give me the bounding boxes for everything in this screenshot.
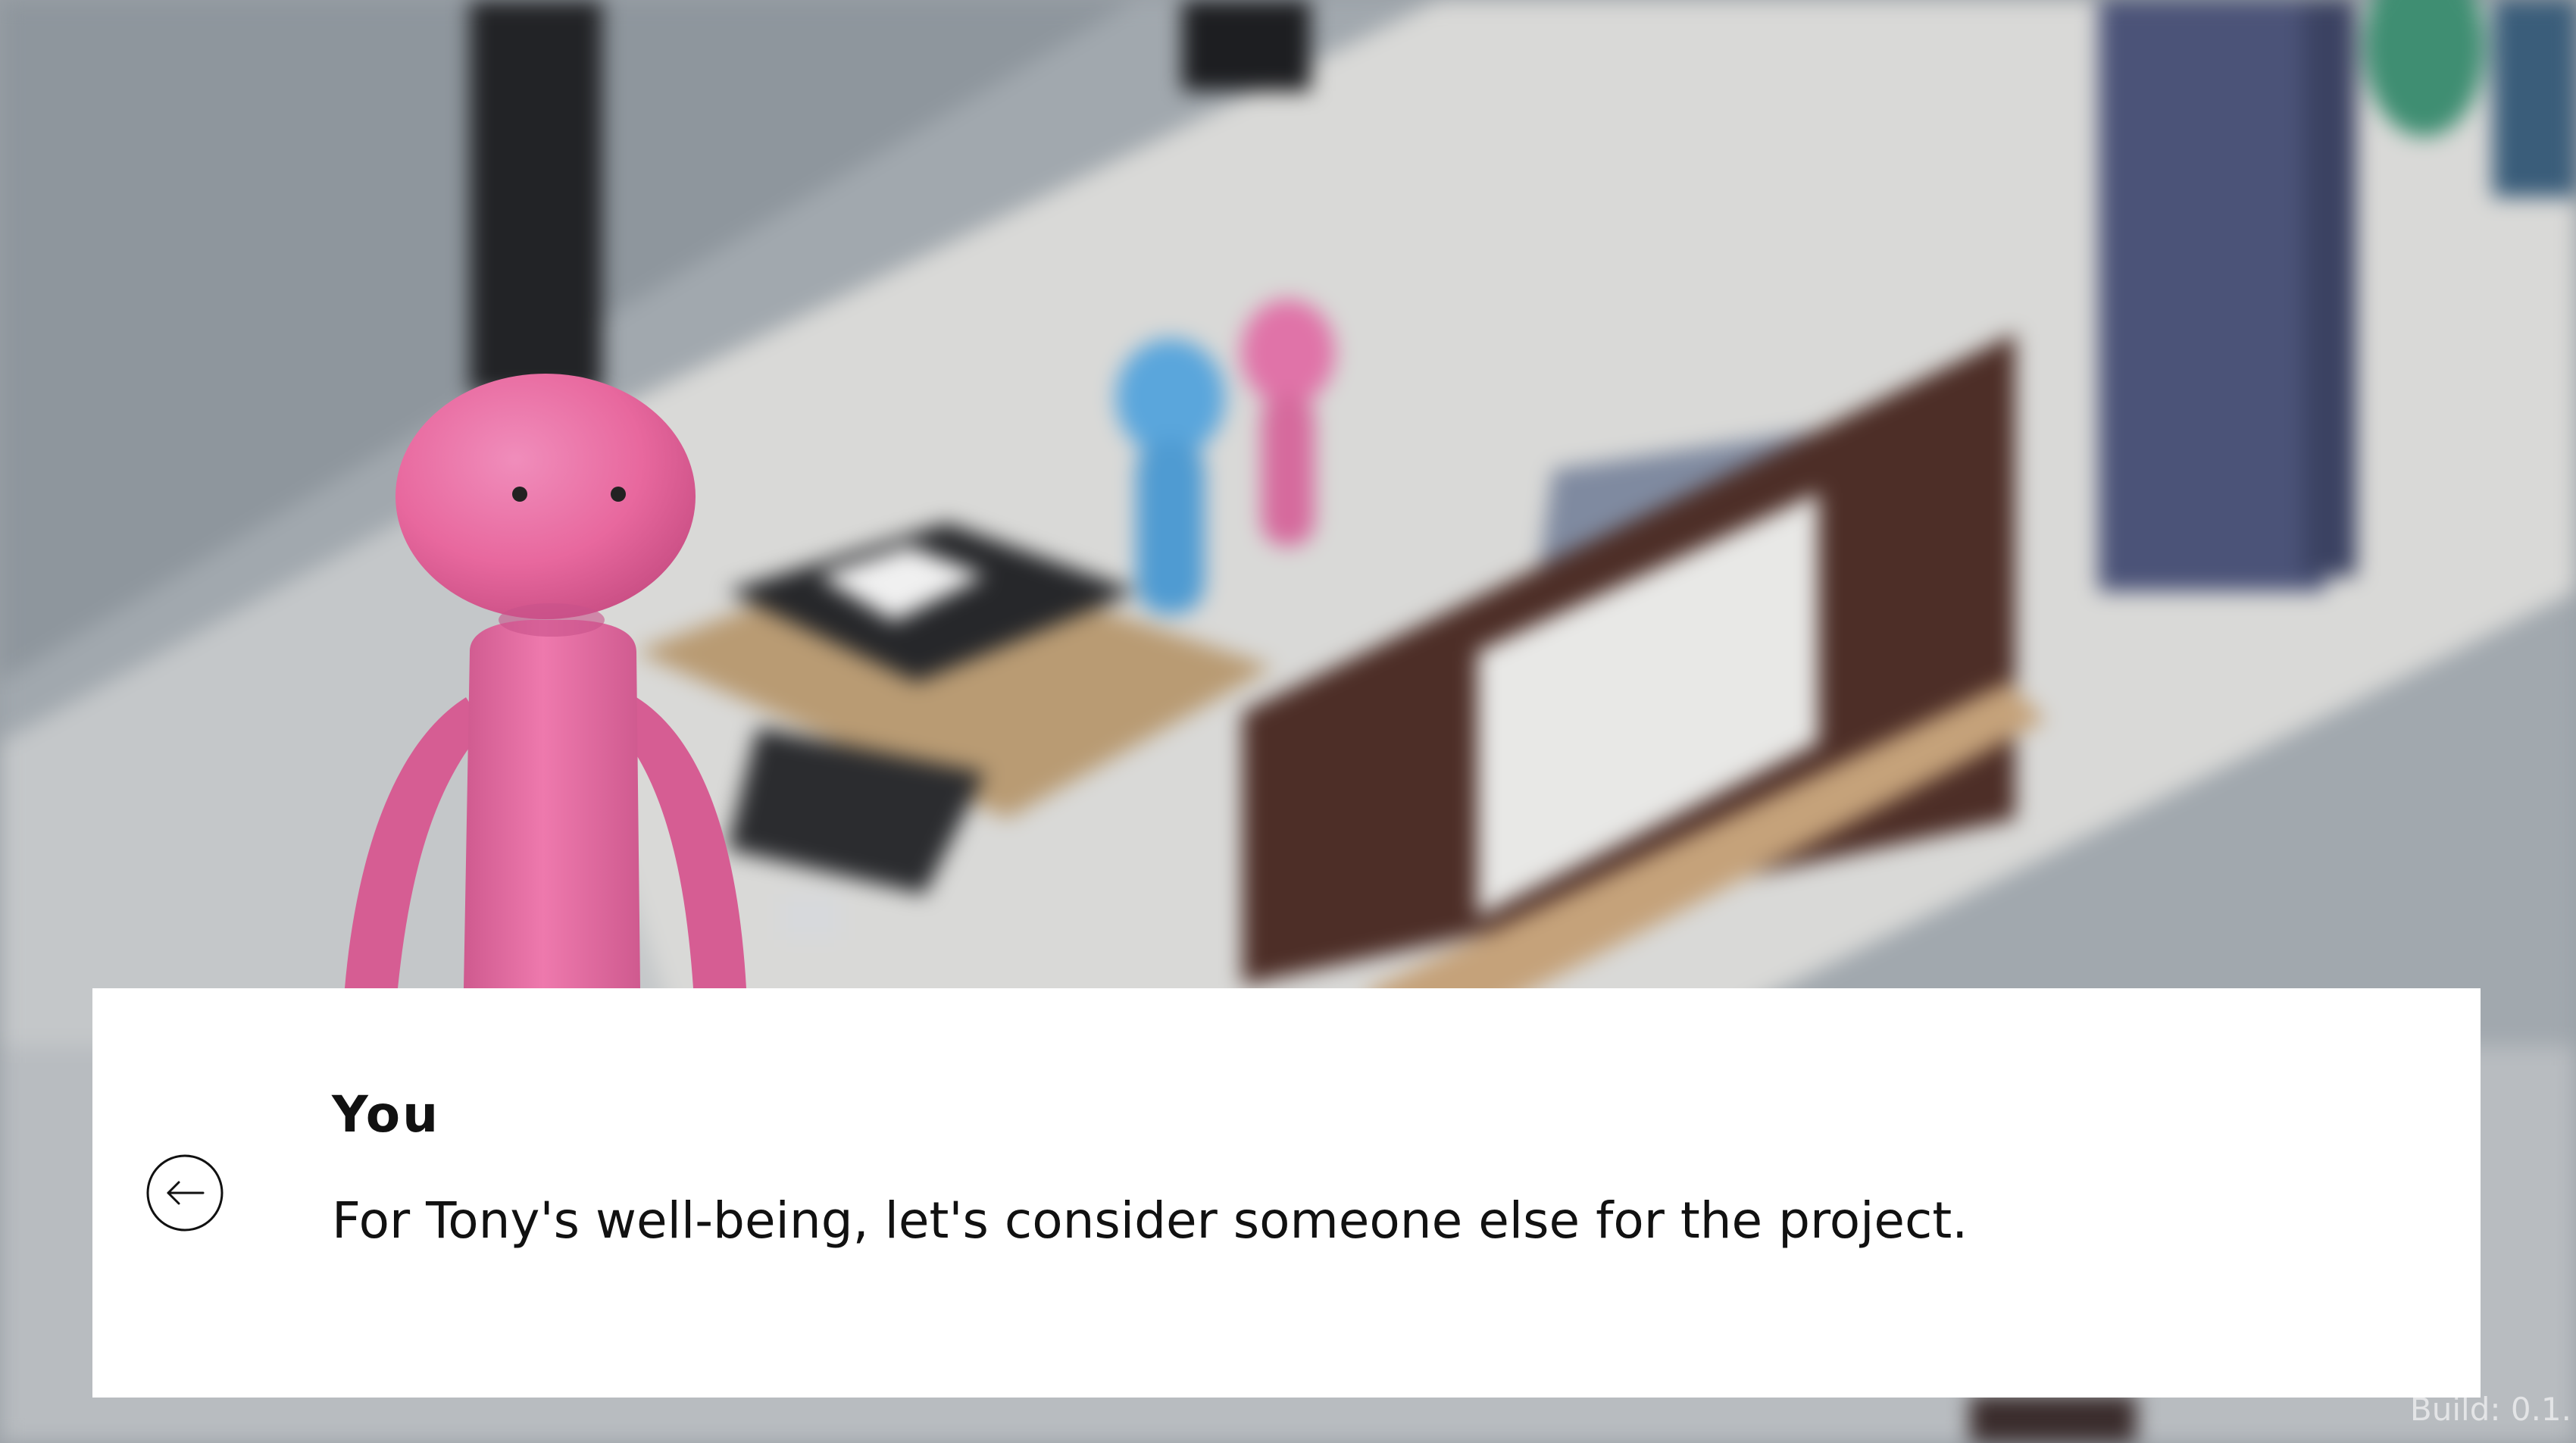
dialog-line: For Tony's well-being, let's consider so… [332, 1191, 1968, 1250]
dialog-box[interactable]: You For Tony's well-being, let's conside… [92, 988, 2481, 1398]
speaker-name: You [332, 1085, 441, 1144]
back-button[interactable] [145, 1153, 224, 1232]
build-version-label: Build: 0.1. [2409, 1391, 2571, 1428]
arrow-left-icon [146, 1154, 224, 1232]
game-viewport: You For Tony's well-being, let's conside… [0, 0, 2576, 1443]
